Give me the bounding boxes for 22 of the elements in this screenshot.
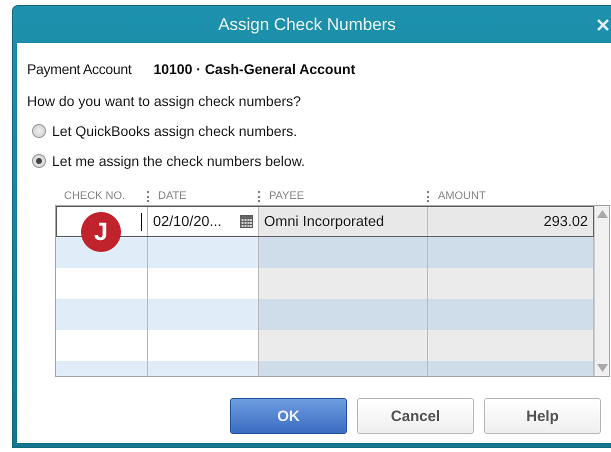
field-label: Payment Account xyxy=(27,61,132,77)
question-text: How do you want to assign check numbers? xyxy=(27,93,302,109)
table-cell: 293.02 xyxy=(428,206,594,237)
column-header: AMOUNT xyxy=(427,190,593,202)
help-button[interactable]: Help xyxy=(484,398,601,434)
calendar-icon[interactable] xyxy=(240,215,253,228)
text-cursor xyxy=(141,212,142,230)
table-cell: Omni Incorporated xyxy=(259,206,428,237)
scroll-down-icon[interactable] xyxy=(596,364,608,372)
scrollbar[interactable] xyxy=(594,206,609,376)
radio-button[interactable] xyxy=(32,154,46,168)
cancel-button[interactable]: Cancel xyxy=(357,398,474,434)
account-value: 10100 · Cash-General Account xyxy=(153,61,356,77)
radio-label[interactable]: Let me assign the check numbers below. xyxy=(52,153,305,169)
radio-button[interactable] xyxy=(32,124,46,138)
scroll-up-icon[interactable] xyxy=(596,210,608,218)
column-header: PAYEE xyxy=(258,190,427,202)
radio-label[interactable]: Let QuickBooks assign check numbers. xyxy=(52,123,298,139)
column-header: CHECK NO. xyxy=(63,190,126,202)
close-icon[interactable] xyxy=(597,19,609,31)
window-title: Assign Check Numbers xyxy=(218,14,396,34)
column-header: DATE xyxy=(147,190,258,202)
